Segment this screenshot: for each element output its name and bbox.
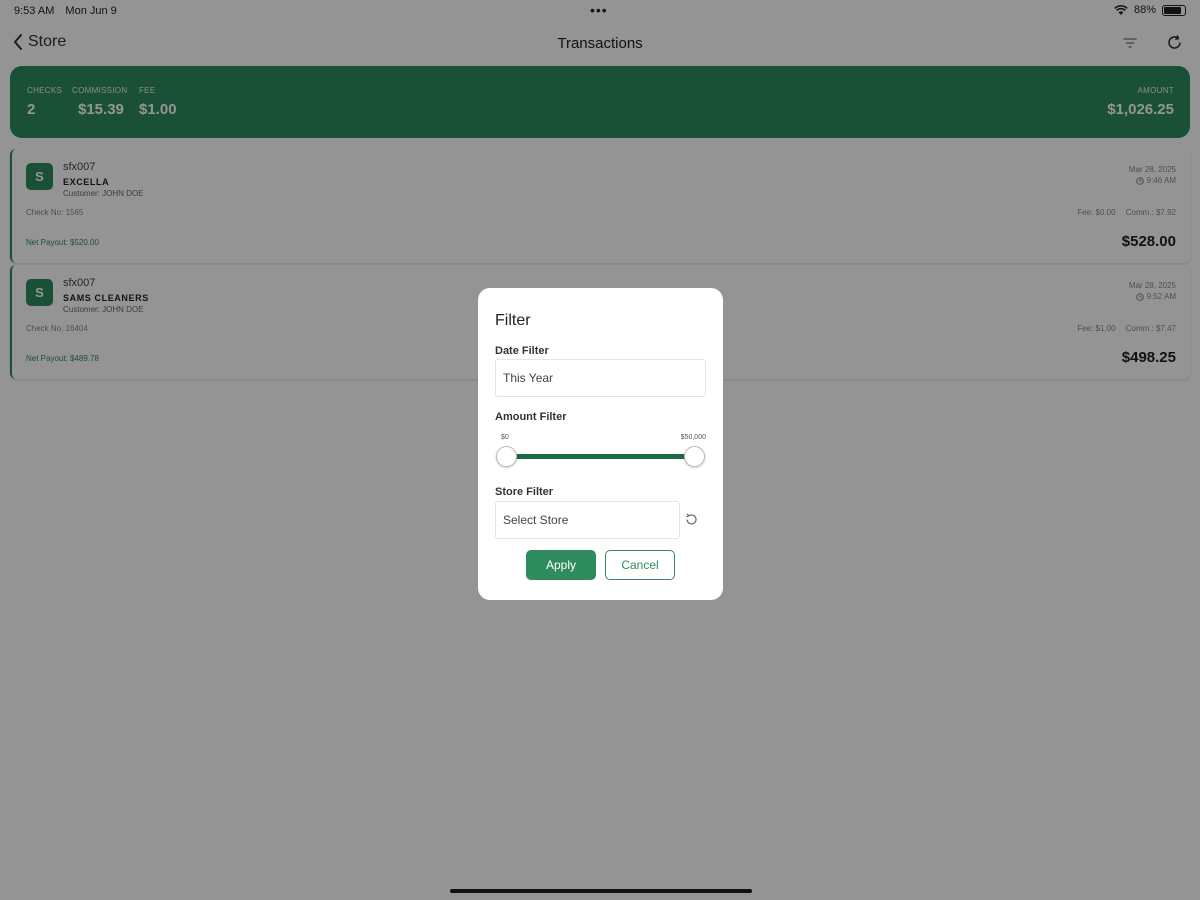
amount-min-label: $0 bbox=[501, 434, 509, 441]
date-filter-select[interactable]: This Year bbox=[495, 359, 706, 397]
amount-filter-label: Amount Filter bbox=[495, 411, 567, 423]
amount-max-handle[interactable] bbox=[684, 446, 705, 467]
filter-title: Filter bbox=[495, 312, 531, 329]
amount-slider-track[interactable] bbox=[506, 454, 696, 459]
amount-max-label: $50,000 bbox=[680, 434, 706, 441]
store-filter-select[interactable]: Select Store bbox=[495, 501, 680, 539]
amount-min-handle[interactable] bbox=[496, 446, 517, 467]
store-filter-label: Store Filter bbox=[495, 486, 554, 498]
cancel-button[interactable]: Cancel bbox=[605, 550, 675, 580]
reset-icon[interactable] bbox=[684, 512, 699, 527]
apply-button[interactable]: Apply bbox=[526, 550, 596, 580]
home-indicator[interactable] bbox=[450, 889, 752, 893]
date-filter-label: Date Filter bbox=[495, 345, 549, 357]
filter-dialog: Filter Date Filter This Year Amount Filt… bbox=[478, 288, 723, 600]
